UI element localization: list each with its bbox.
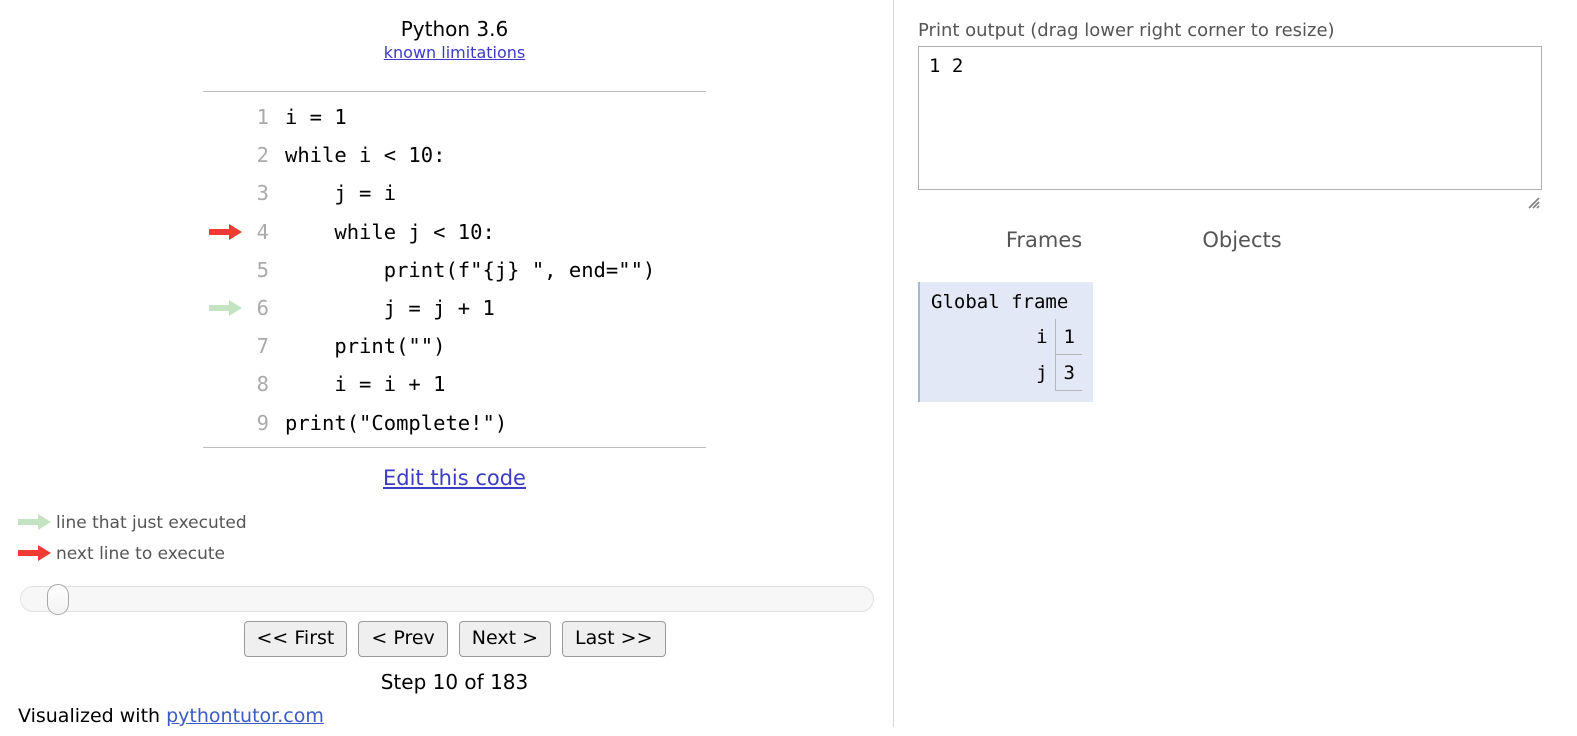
gutter-arrow-slot xyxy=(203,404,247,442)
gutter-arrow-slot xyxy=(203,251,247,289)
frames-header: Frames xyxy=(1005,228,1083,252)
line-code: j = i xyxy=(285,181,397,206)
code-line[interactable]: 9 print("Complete!") xyxy=(203,404,706,442)
executed-line-arrow-icon xyxy=(203,289,247,327)
last-button[interactable]: Last >> xyxy=(562,621,666,657)
next-line-arrow-icon xyxy=(18,544,56,563)
global-frame: Global frame i 1 j 3 xyxy=(918,282,1093,402)
legend-row-next: next line to execute xyxy=(18,538,247,569)
visualization-pane: Print output (drag lower right corner to… xyxy=(894,0,1577,736)
line-code: print("") xyxy=(285,334,446,359)
python-version-label: Python 3.6 xyxy=(400,17,509,41)
step-slider-track[interactable] xyxy=(20,586,874,612)
executed-line-arrow-icon xyxy=(18,513,56,532)
line-code: i = i + 1 xyxy=(285,372,446,397)
first-button[interactable]: << First xyxy=(243,621,348,657)
line-code: print(f"{j} ", end="") xyxy=(285,257,656,282)
global-frame-title: Global frame xyxy=(931,291,1069,313)
line-number: 3 xyxy=(256,181,269,206)
legend-row-executed: line that just executed xyxy=(18,507,247,538)
gutter-arrow-slot xyxy=(203,174,247,212)
variable-value: 3 xyxy=(1054,355,1082,391)
variable-name: i xyxy=(1036,326,1048,348)
step-counter-label: Step 10 of 183 xyxy=(380,670,529,694)
resize-grip-icon[interactable] xyxy=(1526,194,1540,209)
variable-row: i 1 xyxy=(931,319,1082,355)
variable-name: j xyxy=(1036,362,1048,384)
print-output-label: Print output (drag lower right corner to… xyxy=(918,20,1335,41)
gutter-arrow-slot xyxy=(203,365,247,403)
variable-value: 1 xyxy=(1054,319,1082,355)
objects-header: Objects xyxy=(1202,228,1282,252)
code-line[interactable]: 8 i = i + 1 xyxy=(203,365,706,403)
navigation-buttons: << First < Prev Next > Last >> xyxy=(203,621,706,657)
line-number: 2 xyxy=(256,143,269,168)
step-slider[interactable] xyxy=(20,584,874,615)
print-output-textarea[interactable]: 1 2 xyxy=(918,46,1542,190)
code-line[interactable]: 2 while i < 10: xyxy=(203,136,706,174)
gutter-arrow-slot xyxy=(203,98,247,136)
code-line[interactable]: 3 j = i xyxy=(203,174,706,212)
prev-button[interactable]: < Prev xyxy=(358,621,448,657)
legend-label-next: next line to execute xyxy=(56,543,226,564)
line-code: i = 1 xyxy=(285,105,347,130)
next-button[interactable]: Next > xyxy=(458,621,552,657)
pythontutor-link[interactable]: pythontutor.com xyxy=(166,705,324,727)
line-code: j = j + 1 xyxy=(285,296,495,321)
code-header: Python 3.6 known limitations xyxy=(203,16,706,64)
code-block: 1 i = 1 2 while i < 10: 3 j = i 4 while … xyxy=(203,91,706,448)
step-slider-handle[interactable] xyxy=(47,584,69,615)
line-number: 8 xyxy=(256,372,269,397)
line-code: while i < 10: xyxy=(285,143,446,168)
line-number: 1 xyxy=(256,105,269,130)
footer-credit-prefix: Visualized with xyxy=(18,705,167,727)
gutter-arrow-slot xyxy=(203,136,247,174)
code-pane: Python 3.6 known limitations 1 i = 1 2 w… xyxy=(0,0,893,736)
known-limitations-link[interactable]: known limitations xyxy=(384,43,526,62)
gutter-arrow-slot xyxy=(203,327,247,365)
code-line[interactable]: 1 i = 1 xyxy=(203,98,706,136)
code-line-current[interactable]: 4 while j < 10: xyxy=(203,213,706,251)
line-number: 9 xyxy=(256,410,269,435)
line-code: while j < 10: xyxy=(285,219,495,244)
next-line-arrow-icon xyxy=(203,213,247,251)
footer-credit: Visualized with pythontutor.com xyxy=(18,705,324,727)
legend-label-executed: line that just executed xyxy=(56,512,247,533)
variable-row: j 3 xyxy=(931,355,1082,391)
edit-this-code-link[interactable]: Edit this code xyxy=(203,466,706,490)
code-line-executed[interactable]: 6 j = j + 1 xyxy=(203,289,706,327)
execution-legend: line that just executed next line to exe… xyxy=(18,507,247,569)
line-code: print("Complete!") xyxy=(285,410,508,435)
